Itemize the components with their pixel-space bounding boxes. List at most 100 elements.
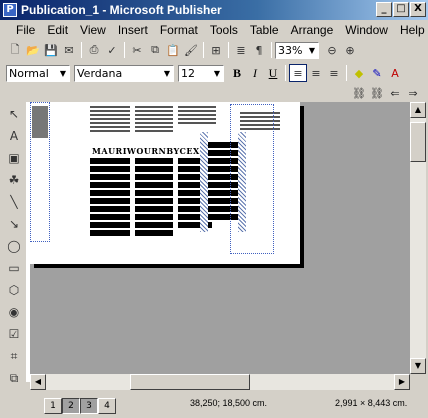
- pilcrow-icon[interactable]: ¶: [250, 41, 268, 59]
- text-column[interactable]: [178, 106, 216, 126]
- menu-window[interactable]: Window: [339, 23, 394, 37]
- line-icon[interactable]: ╲: [4, 192, 24, 212]
- object-size: 2,991 × 8,443 cm.: [335, 398, 408, 408]
- text-box-icon[interactable]: A: [4, 126, 24, 146]
- copy-icon[interactable]: ⧉: [146, 41, 164, 59]
- zoom-select[interactable]: 33% ▼: [275, 41, 319, 59]
- italic-button[interactable]: I: [246, 64, 264, 82]
- menu-insert[interactable]: Insert: [112, 23, 154, 37]
- menu-view[interactable]: View: [74, 23, 112, 37]
- paste-icon[interactable]: 📋: [164, 41, 182, 59]
- vertical-scrollbar[interactable]: ▲ ▼: [410, 102, 426, 374]
- menu-format[interactable]: Format: [154, 23, 204, 37]
- underline-button[interactable]: U: [264, 64, 282, 82]
- spelling-icon[interactable]: ✓: [103, 41, 121, 59]
- zoom-value: 33%: [278, 43, 303, 57]
- open-icon[interactable]: 📂: [24, 41, 42, 59]
- previous-frame-icon[interactable]: ⇐: [386, 84, 404, 102]
- break-link-icon[interactable]: ⛓: [368, 84, 386, 102]
- formatting-toolbar: Normal ▼ Verdana ▼ 12 ▼ B I U ≡ ≡ ≡ ◆ ✎ …: [0, 62, 428, 84]
- scroll-left-icon[interactable]: ◀: [30, 374, 46, 390]
- publication-page[interactable]: MAURIWOURNBYCEX: [30, 102, 300, 264]
- title-bar: P Publication_1 - Microsoft Publisher _ …: [0, 0, 428, 20]
- mail-icon[interactable]: ✉: [60, 41, 78, 59]
- fill-color-icon[interactable]: ◆: [350, 64, 368, 82]
- html-fragment-icon[interactable]: ⌗: [4, 346, 24, 366]
- menu-tools[interactable]: Tools: [204, 23, 244, 37]
- horizontal-scroll-thumb[interactable]: [130, 374, 250, 390]
- font-value: Verdana: [77, 66, 123, 80]
- align-center-icon[interactable]: ≡: [307, 64, 325, 82]
- clip-art-icon[interactable]: ☘: [4, 170, 24, 190]
- align-left-icon[interactable]: ≡: [289, 64, 307, 82]
- style-value: Normal: [9, 66, 49, 80]
- vertical-scroll-thumb[interactable]: [410, 122, 426, 162]
- print-icon[interactable]: ⎙: [85, 41, 103, 59]
- zoom-out-icon[interactable]: ⊖: [323, 41, 341, 59]
- page-1-button[interactable]: 1: [44, 398, 62, 414]
- font-size-value: 12: [181, 66, 195, 80]
- menu-table[interactable]: Table: [244, 23, 285, 37]
- bold-button[interactable]: B: [228, 64, 246, 82]
- insert-icon[interactable]: ⊞: [207, 41, 225, 59]
- oval-icon[interactable]: ◯: [4, 236, 24, 256]
- cut-icon[interactable]: ✂: [128, 41, 146, 59]
- objects-toolbar: ↖ A ▣ ☘ ╲ ↘ ◯ ▭ ⬡ ◉ ☑ ⌗ ⧉: [0, 102, 28, 402]
- columns-icon[interactable]: ≣: [232, 41, 250, 59]
- page-2-button[interactable]: 2: [62, 398, 80, 414]
- hotspot-icon[interactable]: ◉: [4, 302, 24, 322]
- font-size-select[interactable]: 12 ▼: [178, 64, 224, 82]
- menu-help[interactable]: Help: [394, 23, 428, 37]
- menu-arrange[interactable]: Arrange: [285, 23, 340, 37]
- page-navigator: 1 2 3 4: [44, 398, 116, 414]
- menu-bar: File Edit View Insert Format Tools Table…: [0, 20, 428, 39]
- arrow-icon[interactable]: ↘: [4, 214, 24, 234]
- scroll-up-icon[interactable]: ▲: [410, 102, 426, 118]
- align-right-icon[interactable]: ≡: [325, 64, 343, 82]
- page-3-button[interactable]: 3: [80, 398, 98, 414]
- chevron-down-icon: ▼: [59, 68, 67, 78]
- new-icon[interactable]: 🗋: [6, 41, 24, 59]
- status-bar: 1 2 3 4 38,250; 18,500 cm. 2,991 × 8,443…: [0, 394, 428, 418]
- margin-guide: [230, 104, 274, 254]
- horizontal-scrollbar[interactable]: ◀ ▶: [30, 374, 410, 390]
- maximize-button[interactable]: □: [393, 2, 409, 17]
- picture-frame[interactable]: [32, 106, 48, 138]
- zoom-in-icon[interactable]: ⊕: [341, 41, 359, 59]
- next-frame-icon[interactable]: ⇒: [404, 84, 422, 102]
- text-frame[interactable]: [135, 158, 173, 238]
- selected-frame-border[interactable]: [200, 132, 208, 232]
- text-column[interactable]: [90, 106, 130, 134]
- article-heading[interactable]: MAURIWOURNBYCEX: [92, 146, 200, 156]
- scroll-down-icon[interactable]: ▼: [410, 358, 426, 374]
- style-select[interactable]: Normal ▼: [6, 64, 70, 82]
- standard-toolbar: 🗋 📂 💾 ✉ ⎙ ✓ ✂ ⧉ 📋 🖌 ⊞ ≣ ¶ 33% ▼ ⊖ ⊕: [0, 39, 428, 61]
- design-gallery-icon[interactable]: ⧉: [4, 368, 24, 388]
- line-color-icon[interactable]: ✎: [368, 64, 386, 82]
- format-painter-icon[interactable]: 🖌: [182, 41, 200, 59]
- rectangle-icon[interactable]: ▭: [4, 258, 24, 278]
- pointer-icon[interactable]: ↖: [4, 104, 24, 124]
- scroll-right-icon[interactable]: ▶: [394, 374, 410, 390]
- minimize-button[interactable]: _: [376, 2, 392, 17]
- menu-edit[interactable]: Edit: [41, 23, 74, 37]
- close-button[interactable]: X: [410, 2, 426, 17]
- publisher-app-icon[interactable]: P: [3, 3, 17, 17]
- page-4-button[interactable]: 4: [98, 398, 116, 414]
- menu-file[interactable]: File: [10, 23, 41, 37]
- create-text-link-icon[interactable]: ⛓: [350, 84, 368, 102]
- autoshapes-icon[interactable]: ⬡: [4, 280, 24, 300]
- chevron-down-icon: ▼: [308, 45, 316, 55]
- chevron-down-icon: ▼: [163, 68, 171, 78]
- window-title: Publication_1 - Microsoft Publisher: [21, 3, 222, 17]
- text-column[interactable]: [135, 106, 173, 134]
- font-select[interactable]: Verdana ▼: [74, 64, 174, 82]
- chevron-down-icon: ▼: [213, 68, 221, 78]
- picture-icon[interactable]: ▣: [4, 148, 24, 168]
- text-frame[interactable]: [90, 158, 130, 238]
- save-icon[interactable]: 💾: [42, 41, 60, 59]
- object-position: 38,250; 18,500 cm.: [190, 398, 268, 408]
- font-color-icon[interactable]: A: [386, 64, 404, 82]
- form-control-icon[interactable]: ☑: [4, 324, 24, 344]
- workspace[interactable]: MAURIWOURNBYCEX: [30, 102, 410, 374]
